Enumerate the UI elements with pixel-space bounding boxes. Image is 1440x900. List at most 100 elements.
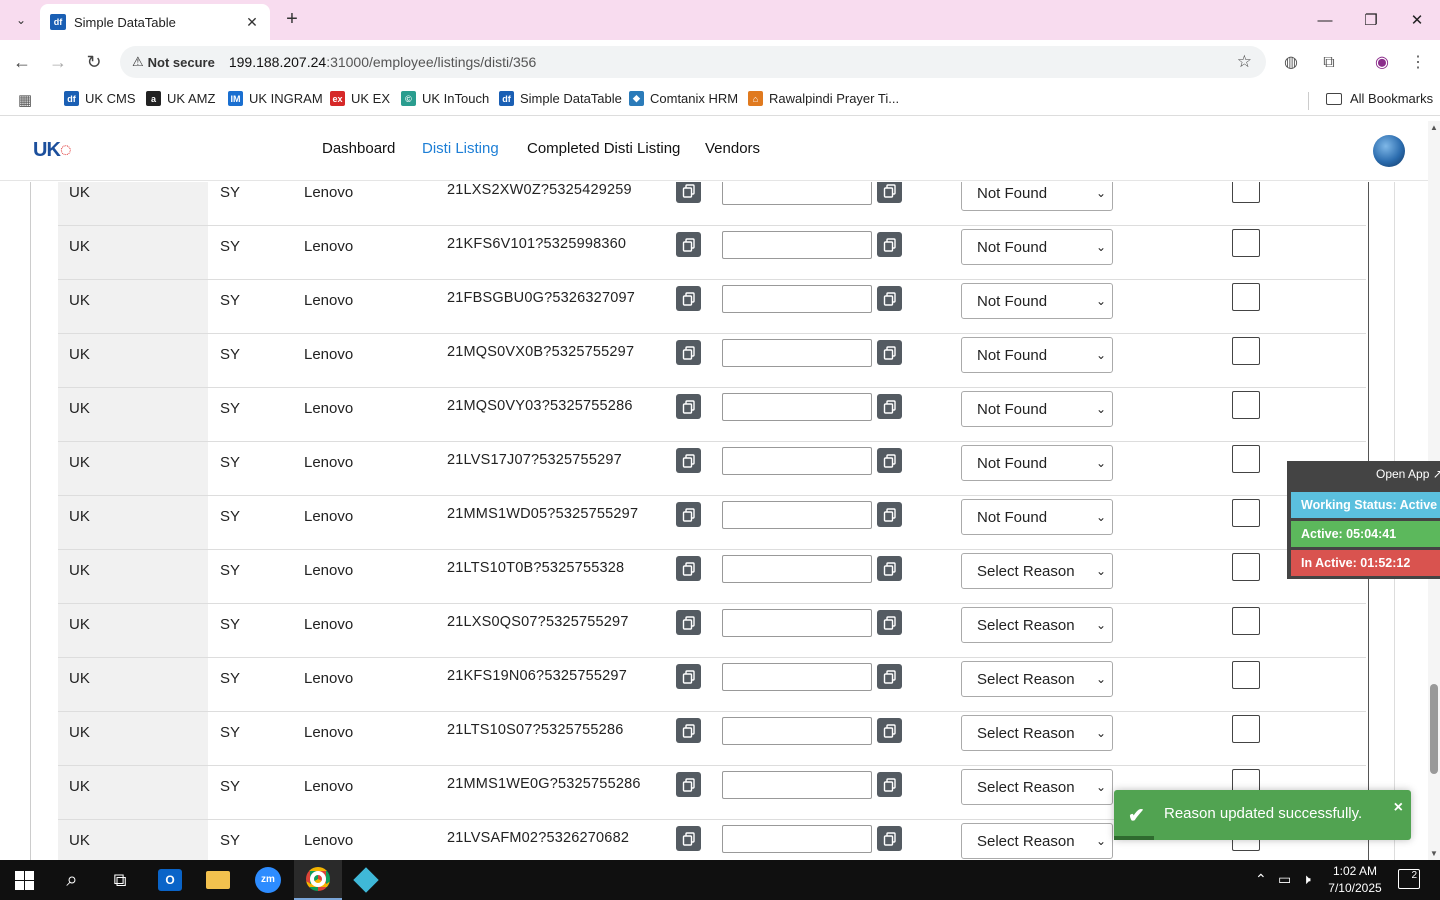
row-text-input[interactable] [722, 771, 872, 799]
row-text-input[interactable] [722, 231, 872, 259]
nav-vendors[interactable]: Vendors [705, 140, 760, 157]
row-text-input[interactable] [722, 285, 872, 313]
copy-input-button[interactable] [877, 286, 902, 311]
reason-select[interactable]: Select Reason ⌄ [961, 823, 1113, 859]
row-checkbox[interactable] [1232, 445, 1260, 473]
row-text-input[interactable] [722, 339, 872, 367]
browser-tab[interactable]: df Simple DataTable ✕ [40, 4, 270, 40]
row-checkbox[interactable] [1232, 715, 1260, 743]
copy-input-button[interactable] [877, 232, 902, 257]
forward-arrow-icon[interactable]: → [46, 50, 70, 74]
row-text-input[interactable] [722, 609, 872, 637]
bookmark-item[interactable]: a UK AMZ [146, 91, 215, 106]
row-text-input[interactable] [722, 663, 872, 691]
reason-select[interactable]: Not Found ⌄ [961, 182, 1113, 211]
reason-select[interactable]: Not Found ⌄ [961, 391, 1113, 427]
reason-select[interactable]: Select Reason ⌄ [961, 553, 1113, 589]
reason-select[interactable]: Select Reason ⌄ [961, 715, 1113, 751]
copy-input-button[interactable] [877, 502, 902, 527]
new-tab-plus-icon[interactable]: + [280, 8, 304, 32]
extensions-puzzle-icon[interactable]: ⧉ [1318, 52, 1340, 74]
reason-select[interactable]: Not Found ⌄ [961, 337, 1113, 373]
tray-chevron-icon[interactable]: ⌃ [1255, 871, 1267, 888]
copy-sku-button[interactable] [676, 772, 701, 797]
chrome-icon[interactable] [294, 860, 342, 900]
app-diamond-icon[interactable] [342, 860, 390, 900]
copy-input-button[interactable] [877, 718, 902, 743]
row-text-input[interactable] [722, 447, 872, 475]
outlook-icon[interactable]: O [146, 860, 194, 900]
scroll-down-arrow-icon[interactable]: ▼ [1428, 849, 1440, 858]
copy-sku-button[interactable] [676, 718, 701, 743]
copy-sku-button[interactable] [676, 394, 701, 419]
row-text-input[interactable] [722, 717, 872, 745]
row-checkbox[interactable] [1232, 337, 1260, 365]
search-icon[interactable]: ⌕ [48, 860, 96, 900]
bookmark-item[interactable]: df Simple DataTable [499, 91, 622, 106]
copy-sku-button[interactable] [676, 502, 701, 527]
bookmark-star-icon[interactable]: ☆ [1237, 52, 1252, 72]
row-text-input[interactable] [722, 182, 872, 205]
open-app-link[interactable]: Open App ↗ [1376, 467, 1440, 481]
scroll-up-arrow-icon[interactable]: ▲ [1428, 123, 1440, 132]
reason-select[interactable]: Select Reason ⌄ [961, 769, 1113, 805]
copy-input-button[interactable] [877, 610, 902, 635]
reason-select[interactable]: Select Reason ⌄ [961, 661, 1113, 697]
copy-sku-button[interactable] [676, 448, 701, 473]
row-checkbox[interactable] [1232, 661, 1260, 689]
copy-input-button[interactable] [877, 182, 902, 203]
copy-input-button[interactable] [877, 826, 902, 851]
row-text-input[interactable] [722, 555, 872, 583]
copy-input-button[interactable] [877, 394, 902, 419]
bookmark-item[interactable]: ◆ Comtanix HRM [629, 91, 738, 106]
row-checkbox[interactable] [1232, 499, 1260, 527]
url-text[interactable]: 199.188.207.24:31000/employee/listings/d… [229, 54, 536, 70]
browser-menu-icon[interactable]: ⋮ [1407, 52, 1429, 74]
translate-globe-icon[interactable]: ◍ [1280, 52, 1302, 74]
bookmark-item[interactable]: © UK InTouch [401, 91, 489, 106]
security-indicator[interactable]: ⚠ Not secure [132, 54, 215, 70]
row-checkbox[interactable] [1232, 391, 1260, 419]
reason-select[interactable]: Select Reason ⌄ [961, 607, 1113, 643]
tab-search-chevron-icon[interactable]: ⌄ [8, 7, 34, 33]
system-clock[interactable]: 1:02 AM 7/10/2025 [1320, 863, 1390, 897]
tab-close-icon[interactable]: ✕ [244, 14, 260, 31]
copy-input-button[interactable] [877, 448, 902, 473]
minimize-icon[interactable]: — [1302, 0, 1348, 40]
apps-grid-icon[interactable]: ▦ [18, 91, 32, 109]
reload-icon[interactable]: ↻ [82, 50, 106, 74]
user-avatar[interactable] [1373, 135, 1405, 167]
nav-completed-disti-listing[interactable]: Completed Disti Listing [527, 140, 680, 157]
task-view-icon[interactable]: ⧉ [96, 860, 144, 900]
address-bar[interactable]: ⚠ Not secure 199.188.207.24:31000/employ… [120, 46, 1266, 78]
nav-dashboard[interactable]: Dashboard [322, 140, 395, 157]
restore-icon[interactable]: ❐ [1348, 0, 1394, 40]
copy-input-button[interactable] [877, 556, 902, 581]
site-logo[interactable]: UK◌ [33, 139, 72, 162]
copy-sku-button[interactable] [676, 232, 701, 257]
row-text-input[interactable] [722, 501, 872, 529]
row-checkbox[interactable] [1232, 607, 1260, 635]
nav-disti-listing[interactable]: Disti Listing [422, 140, 499, 157]
copy-sku-button[interactable] [676, 610, 701, 635]
row-checkbox[interactable] [1232, 182, 1260, 203]
scrollbar-thumb[interactable] [1430, 684, 1438, 774]
all-bookmarks-button[interactable]: All Bookmarks [1326, 91, 1433, 106]
row-text-input[interactable] [722, 825, 872, 853]
copy-input-button[interactable] [877, 772, 902, 797]
bookmark-item[interactable]: df UK CMS [64, 91, 136, 106]
volume-muted-icon[interactable]: 🕨 [1302, 871, 1311, 888]
zoom-icon[interactable]: zm [244, 860, 292, 900]
row-text-input[interactable] [722, 393, 872, 421]
row-checkbox[interactable] [1232, 283, 1260, 311]
reason-select[interactable]: Not Found ⌄ [961, 283, 1113, 319]
back-arrow-icon[interactable]: ← [10, 50, 34, 74]
bookmark-item[interactable]: ex UK EX [330, 91, 390, 106]
copy-sku-button[interactable] [676, 556, 701, 581]
copy-sku-button[interactable] [676, 286, 701, 311]
copy-input-button[interactable] [877, 664, 902, 689]
reason-select[interactable]: Not Found ⌄ [961, 229, 1113, 265]
network-icon[interactable]: ▭ [1278, 871, 1291, 888]
copy-input-button[interactable] [877, 340, 902, 365]
row-checkbox[interactable] [1232, 553, 1260, 581]
